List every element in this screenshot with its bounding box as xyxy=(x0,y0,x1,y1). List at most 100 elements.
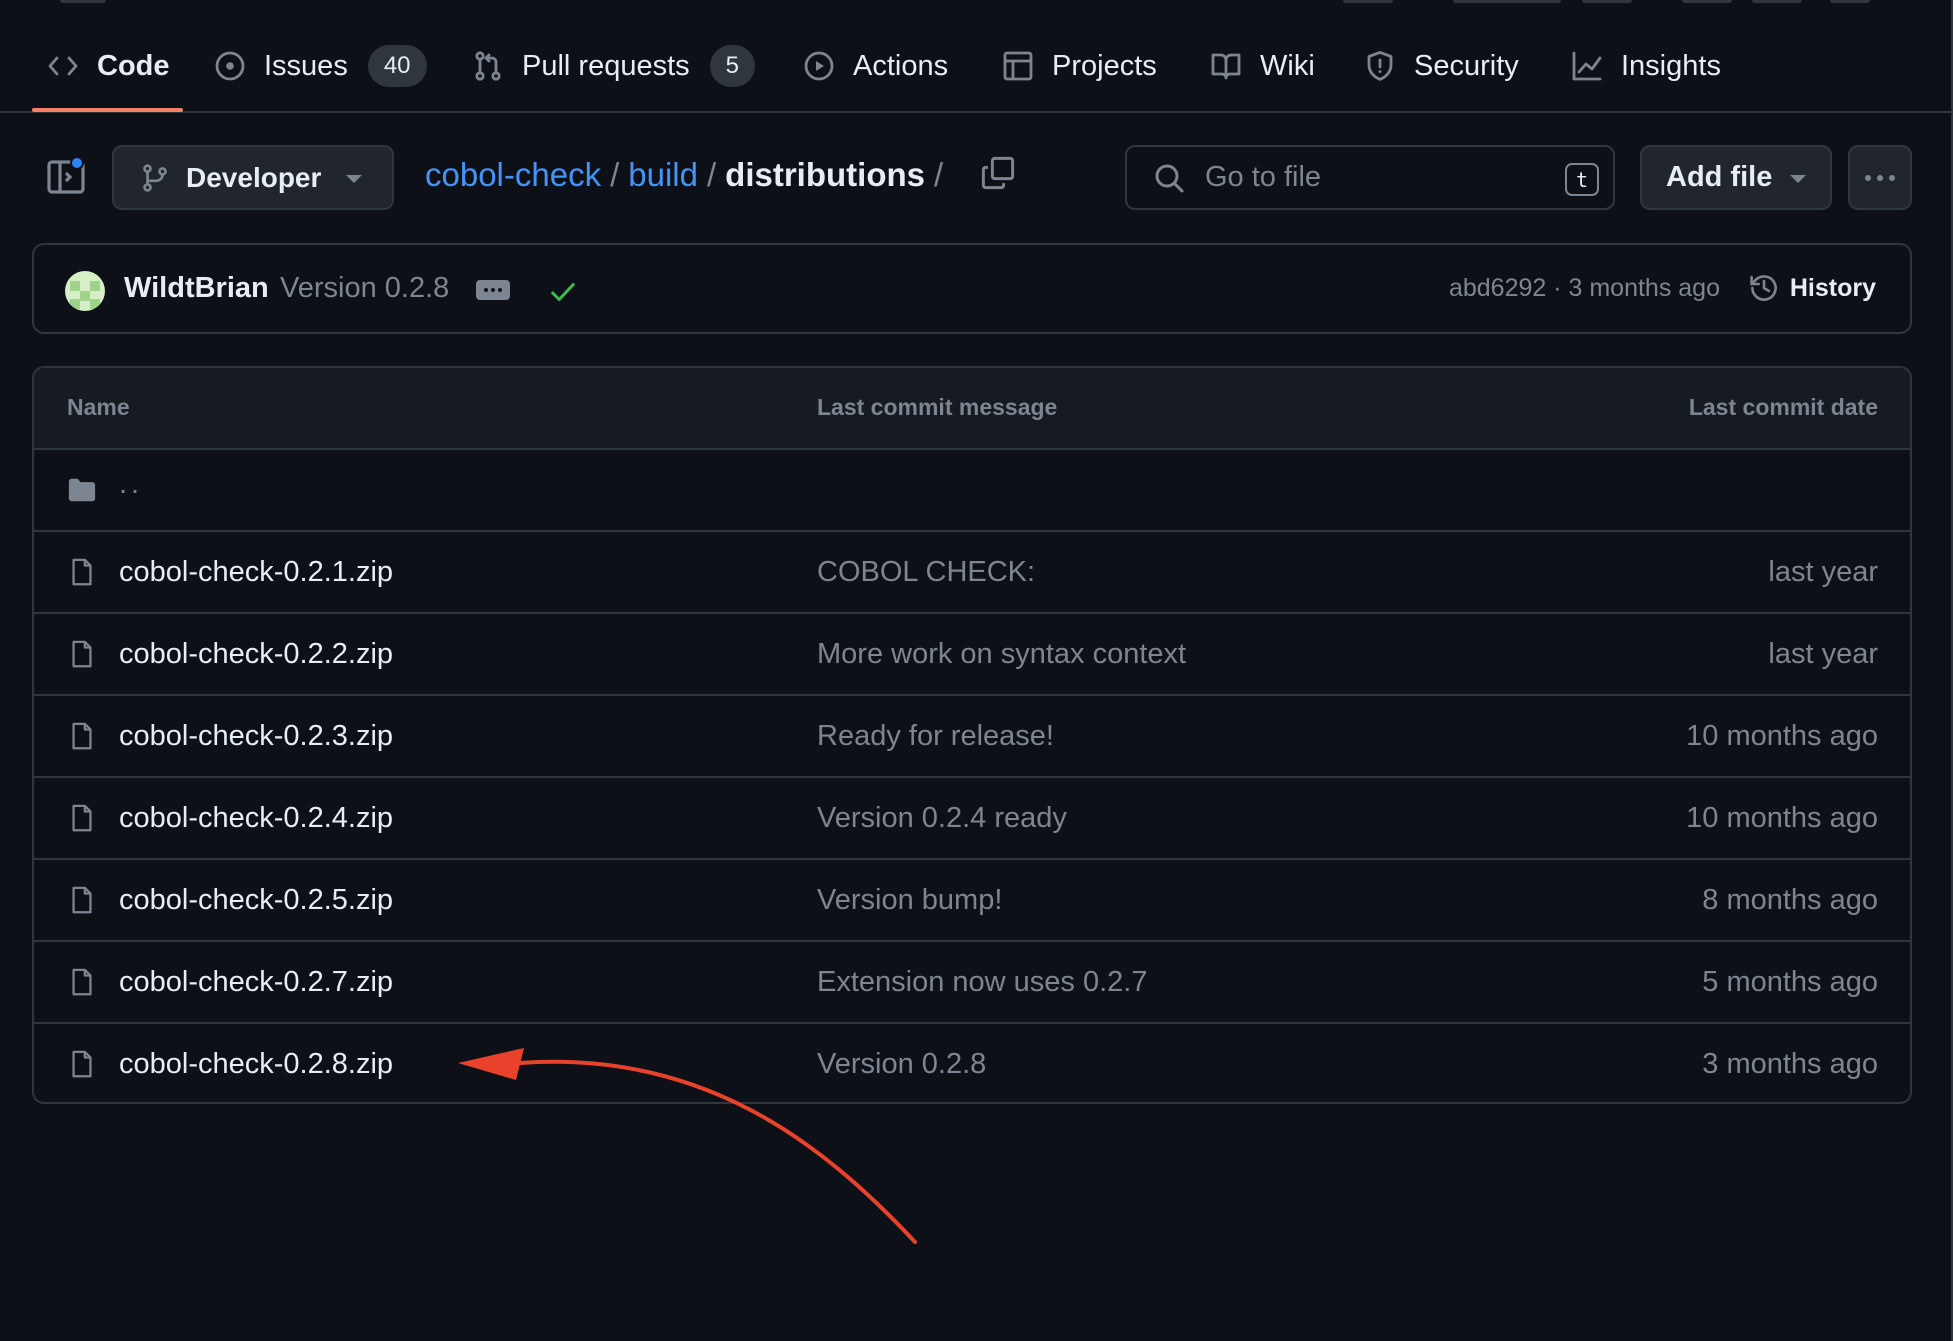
commit-message[interactable]: Version 0.2.8 xyxy=(280,272,449,305)
shield-icon xyxy=(1364,50,1396,82)
breadcrumb-separator: / xyxy=(934,156,944,193)
tab-issues-label: Issues xyxy=(264,49,348,82)
file-icon xyxy=(72,886,92,914)
go-to-file-placeholder: Go to file xyxy=(1205,161,1322,193)
tab-projects-label: Projects xyxy=(1052,49,1157,82)
tab-issues[interactable]: Issues 40 xyxy=(214,36,427,96)
pull-requests-count-badge: 5 xyxy=(709,45,756,87)
breadcrumb-separator: / xyxy=(610,156,620,193)
history-label: History xyxy=(1789,273,1876,302)
folder-icon xyxy=(68,478,96,502)
file-name-link[interactable]: cobol-check-0.2.2.zip xyxy=(119,638,393,671)
expand-file-tree-button[interactable] xyxy=(46,156,86,196)
file-commit-message-link[interactable]: Ready for release! xyxy=(817,720,1054,753)
file-row[interactable]: cobol-check-0.2.5.zip Version bump! 8 mont… xyxy=(34,860,1910,942)
column-header-message: Last commit message xyxy=(817,394,1058,420)
copy-icon xyxy=(981,156,1015,190)
tab-actions[interactable]: Actions xyxy=(803,36,948,96)
file-commit-date: 10 months ago xyxy=(1686,720,1878,752)
github-page: Code Issues 40 Pull requests 5 Actions P… xyxy=(0,0,1953,1341)
file-icon xyxy=(72,804,92,832)
kebab-dot xyxy=(1865,174,1871,181)
file-name-link[interactable]: cobol-check-0.2.1.zip xyxy=(119,556,393,589)
issue-icon xyxy=(214,50,246,82)
file-icon xyxy=(72,558,92,586)
column-header-name: Name xyxy=(67,394,130,420)
file-row[interactable]: cobol-check-0.2.3.zip Ready for release! 1… xyxy=(34,696,1910,778)
file-name-link[interactable]: cobol-check-0.2.4.zip xyxy=(119,802,393,835)
file-icon xyxy=(72,968,92,996)
keyboard-shortcut-hint: t xyxy=(1565,163,1599,196)
repo-nav: Code Issues 40 Pull requests 5 Actions P… xyxy=(0,0,1951,113)
commit-author[interactable]: WildtBrian xyxy=(124,272,269,305)
tab-code-label: Code xyxy=(97,49,170,82)
file-icon xyxy=(72,1050,92,1078)
file-name-link[interactable]: cobol-check-0.2.7.zip xyxy=(119,966,393,999)
file-commit-message-link[interactable]: Version 0.2.4 ready xyxy=(817,802,1067,835)
table-icon xyxy=(1002,50,1034,82)
branch-icon xyxy=(143,163,167,192)
file-commit-date: last year xyxy=(1768,556,1878,588)
kebab-dot xyxy=(1889,174,1895,181)
file-name-link[interactable]: cobol-check-0.2.8.zip xyxy=(119,1048,393,1081)
latest-commit-bar: WildtBrian Version 0.2.8 abd6292 · 3 mon… xyxy=(32,243,1912,334)
code-icon xyxy=(47,50,79,82)
file-commit-message-link[interactable]: More work on syntax context xyxy=(817,638,1186,671)
search-icon xyxy=(1155,164,1184,192)
file-table: Name Last commit message Last commit dat… xyxy=(32,366,1912,1104)
play-icon xyxy=(803,50,835,82)
file-commit-message-link[interactable]: COBOL CHECK: xyxy=(817,556,1035,589)
kebab-dot xyxy=(1877,174,1883,181)
tab-code[interactable]: Code xyxy=(47,36,170,96)
tab-security[interactable]: Security xyxy=(1364,36,1519,96)
check-icon[interactable] xyxy=(548,277,578,307)
file-commit-message-link[interactable]: Extension now uses 0.2.7 xyxy=(817,966,1147,999)
breadcrumb-separator: / xyxy=(707,156,717,193)
tab-projects[interactable]: Projects xyxy=(1002,36,1157,96)
chevron-down-icon xyxy=(1790,175,1806,183)
file-row[interactable]: cobol-check-0.2.8.zip Version 0.2.8 3 mont… xyxy=(34,1024,1910,1102)
file-name-link[interactable]: cobol-check-0.2.3.zip xyxy=(119,720,393,753)
avatar[interactable] xyxy=(65,271,105,311)
column-header-date: Last commit date xyxy=(1688,394,1878,420)
expand-commit-message-button[interactable] xyxy=(476,280,510,300)
breadcrumb-current-dir: distributions xyxy=(725,156,925,193)
copy-path-button[interactable] xyxy=(980,155,1016,191)
file-commit-date: 5 months ago xyxy=(1702,966,1878,998)
file-row[interactable]: cobol-check-0.2.4.zip Version 0.2.4 ready… xyxy=(34,778,1910,860)
tab-actions-label: Actions xyxy=(853,49,949,82)
file-commit-message-link[interactable]: Version bump! xyxy=(817,884,1002,917)
tab-insights[interactable]: Insights xyxy=(1571,36,1721,96)
notification-dot xyxy=(70,156,84,170)
history-button[interactable]: History xyxy=(1748,270,1876,306)
file-row[interactable]: cobol-check-0.2.2.zip More work on syntax… xyxy=(34,614,1910,696)
tab-wiki-label: Wiki xyxy=(1260,49,1315,82)
file-name-link[interactable]: cobol-check-0.2.5.zip xyxy=(119,884,393,917)
tab-pull-requests-label: Pull requests xyxy=(522,49,690,82)
tab-insights-label: Insights xyxy=(1621,49,1721,82)
go-to-file-input[interactable]: Go to file t xyxy=(1125,145,1615,210)
commit-sha-time[interactable]: abd6292 · 3 months ago xyxy=(1449,274,1720,303)
tab-pull-requests[interactable]: Pull requests 5 xyxy=(472,36,756,96)
file-row[interactable]: cobol-check-0.2.1.zip COBOL CHECK: last ye… xyxy=(34,532,1910,614)
branch-select-button[interactable]: Developer xyxy=(112,145,394,210)
active-tab-underline xyxy=(32,108,183,112)
parent-directory-link[interactable]: .. xyxy=(119,468,143,501)
file-commit-message-link[interactable]: Version 0.2.8 xyxy=(817,1048,986,1081)
history-icon xyxy=(1750,275,1777,301)
file-icon xyxy=(72,722,92,750)
file-commit-date: last year xyxy=(1768,638,1878,670)
file-commit-date: 3 months ago xyxy=(1702,1048,1878,1080)
parent-directory-row[interactable]: .. xyxy=(34,450,1910,532)
branch-name: Developer xyxy=(186,161,322,193)
file-row[interactable]: cobol-check-0.2.7.zip Extension now uses … xyxy=(34,942,1910,1024)
add-file-button[interactable]: Add file xyxy=(1640,145,1832,210)
file-commit-date: 8 months ago xyxy=(1702,884,1878,916)
file-commit-date: 10 months ago xyxy=(1686,802,1878,834)
breadcrumb-build-link[interactable]: build xyxy=(628,156,698,194)
breadcrumb-repo-link[interactable]: cobol-check xyxy=(425,156,601,194)
add-file-label: Add file xyxy=(1666,161,1773,193)
issues-count-badge: 40 xyxy=(367,45,427,87)
tab-wiki[interactable]: Wiki xyxy=(1210,36,1315,96)
more-options-button[interactable] xyxy=(1848,145,1912,210)
